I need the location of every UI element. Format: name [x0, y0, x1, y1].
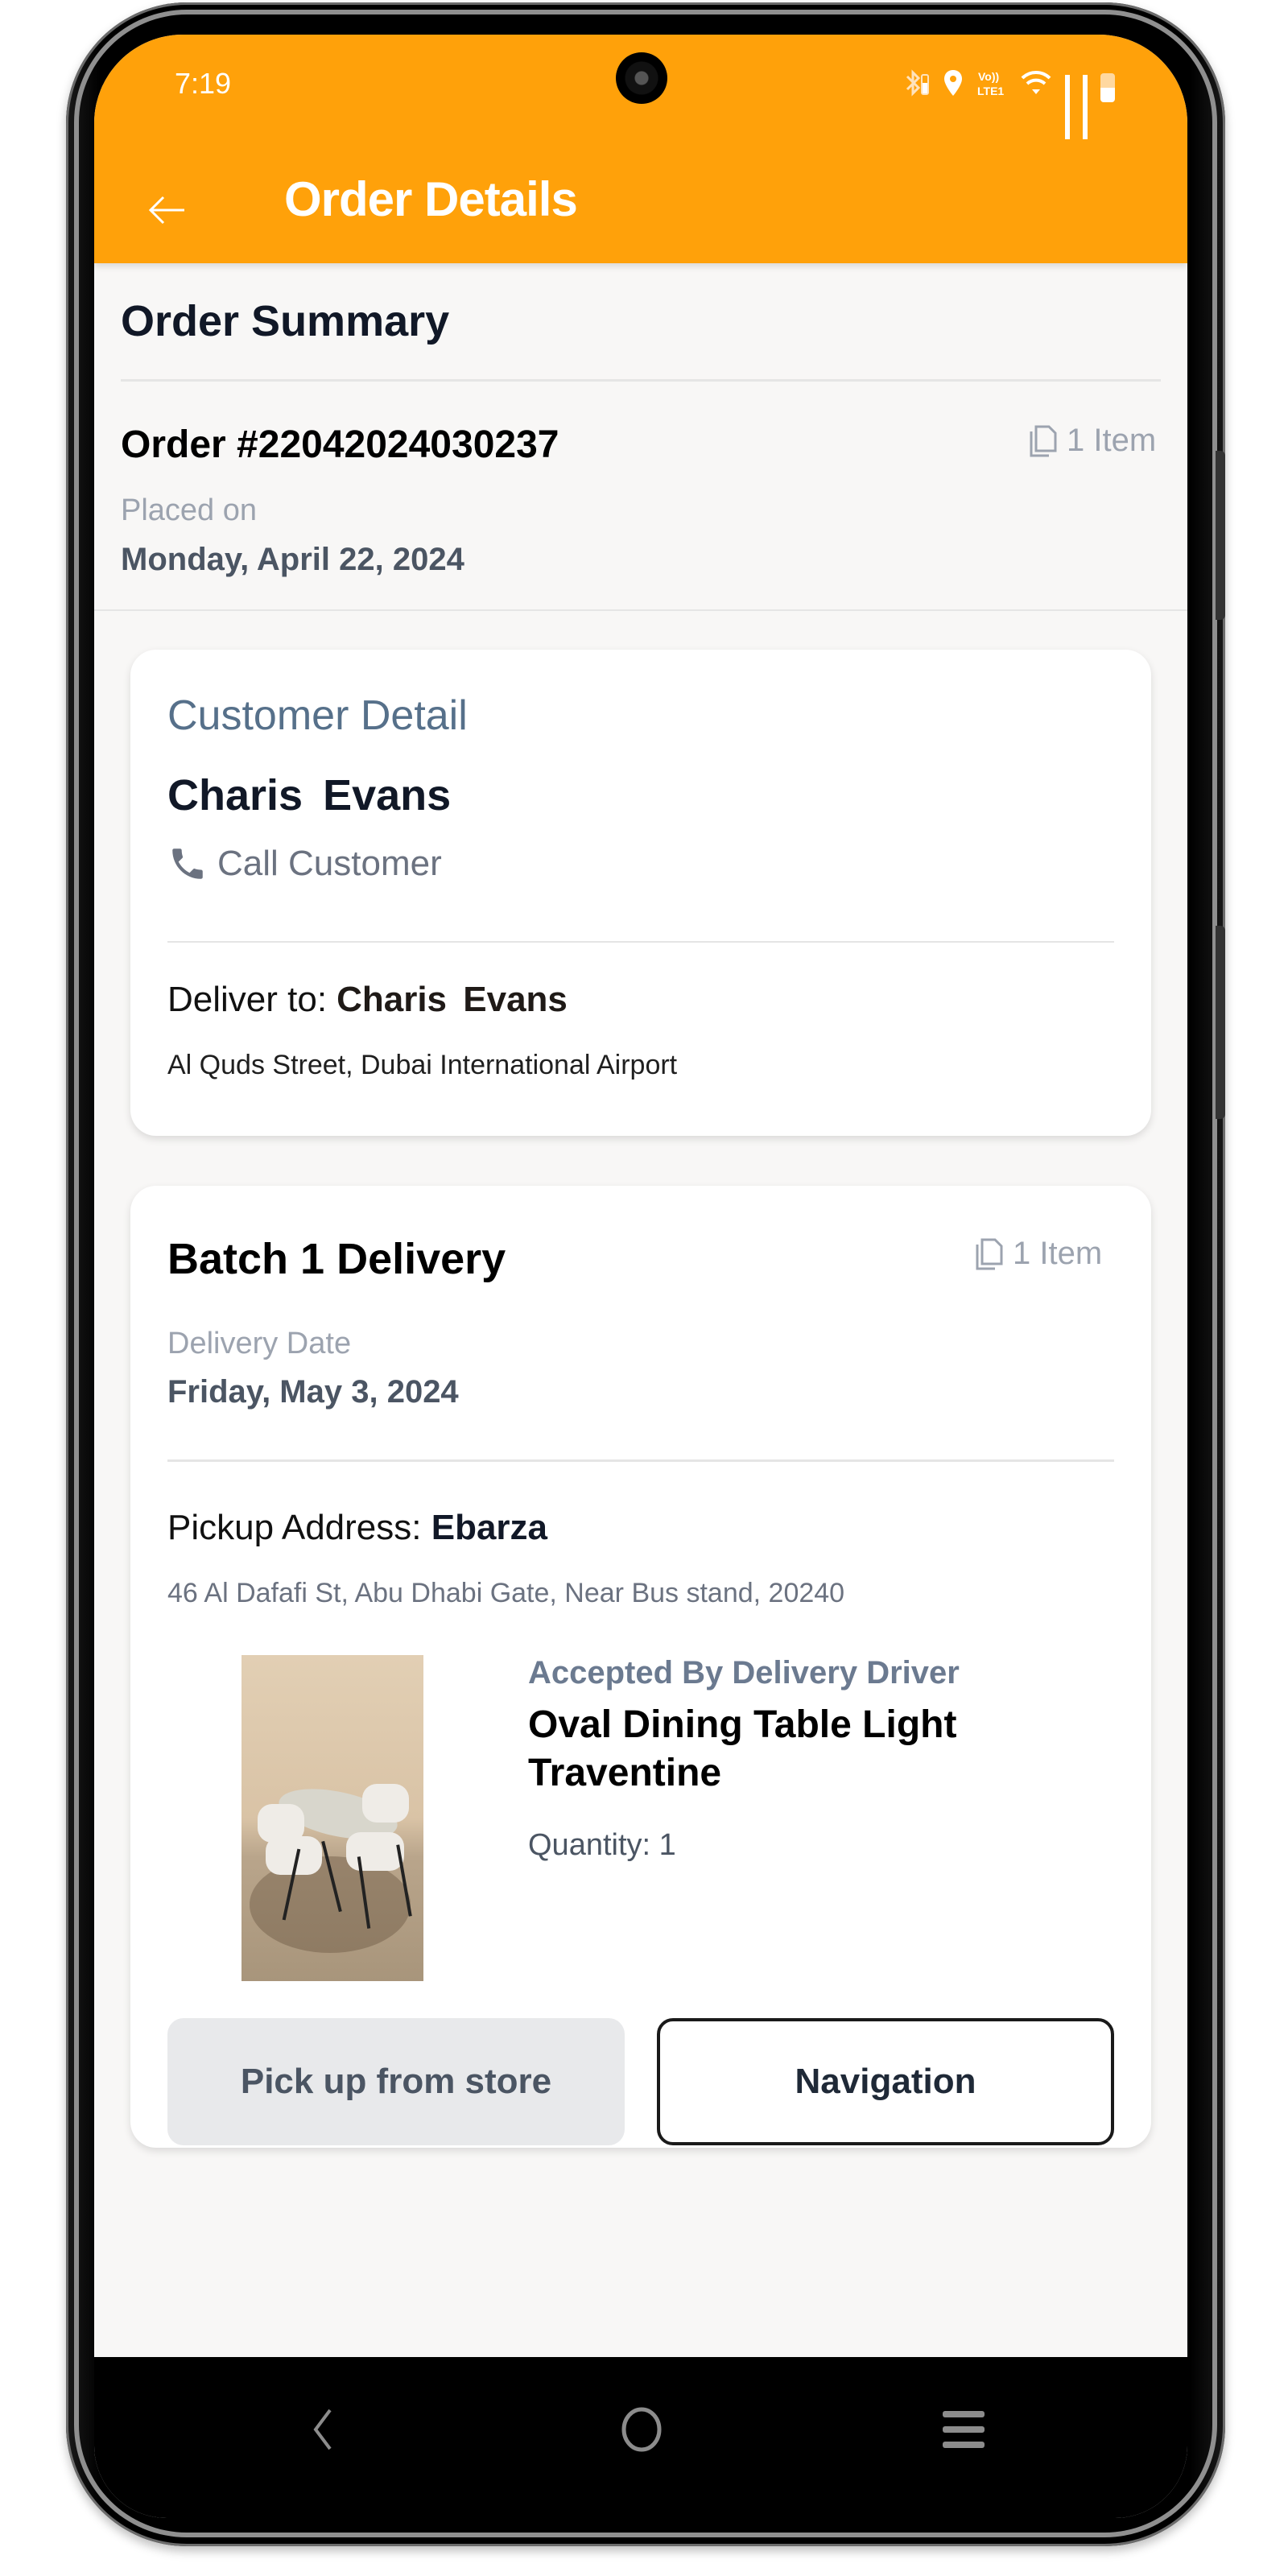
order-items-count: 1 Item — [1067, 423, 1157, 458]
back-icon — [313, 2409, 332, 2450]
deliver-to-name: Charis Evans — [336, 980, 568, 1019]
pickup-address-label: Pickup Address: — [167, 1508, 422, 1547]
order-items-badge: 1 Item — [1028, 423, 1156, 459]
product-name: Oval Dining Table Light Traventine — [528, 1703, 957, 1794]
order-summary-heading: Order Summary — [121, 297, 450, 345]
order-number: Order #22042024030237 — [121, 423, 559, 466]
divider — [167, 941, 1114, 943]
signal-icon — [1065, 74, 1070, 139]
batch-items-count: 1 Item — [1013, 1236, 1103, 1271]
batch-title: Batch 1 Delivery — [167, 1235, 506, 1283]
arrow-left-icon — [148, 196, 184, 225]
product-image — [242, 1655, 423, 1981]
svg-text:LTE1: LTE1 — [977, 85, 1004, 97]
battery-icon — [1100, 72, 1115, 102]
batch-delivery-card: Batch 1 Delivery 1 Item Delivery Date Fr… — [130, 1186, 1151, 2148]
deliver-to-label: Deliver to: — [167, 980, 328, 1019]
customer-name: Charis Evans — [167, 771, 452, 819]
volte-icon: Vo)) LTE1 — [976, 68, 1007, 106]
divider — [167, 1459, 1114, 1462]
placed-on-label: Placed on — [121, 493, 258, 527]
customer-detail-card: Customer Detail Charis Evans Call Custom… — [130, 650, 1151, 1136]
system-home-button[interactable] — [609, 2397, 674, 2462]
back-button[interactable] — [142, 186, 191, 234]
power-button — [1216, 926, 1225, 1119]
front-camera — [616, 52, 667, 104]
customer-detail-heading: Customer Detail — [167, 692, 468, 739]
signal-icon — [1083, 74, 1088, 139]
home-icon — [621, 2407, 662, 2452]
pick-up-from-store-button[interactable]: Pick up from store — [167, 2018, 625, 2145]
bluetooth-icon — [902, 67, 930, 108]
system-nav-bar — [94, 2357, 1187, 2518]
batch-items-badge: 1 Item — [974, 1236, 1102, 1272]
product-quantity: Quantity: 1 — [528, 1828, 676, 1862]
divider — [121, 379, 1161, 382]
pickup-address-row: Pickup Address: Ebarza — [167, 1508, 547, 1548]
pickup-store-name: Ebarza — [431, 1508, 548, 1547]
pickup-address: 46 Al Dafafi St, Abu Dhabi Gate, Near Bu… — [167, 1578, 845, 1608]
delivery-status: Accepted By Delivery Driver — [528, 1655, 960, 1690]
delivery-address: Al Quds Street, Dubai International Airp… — [167, 1050, 678, 1080]
delivery-date-label: Delivery Date — [167, 1327, 352, 1360]
wifi-icon — [1020, 68, 1052, 106]
delivery-date: Friday, May 3, 2024 — [167, 1374, 459, 1410]
call-customer-label: Call Customer — [217, 844, 442, 883]
svg-text:Vo)): Vo)) — [978, 70, 999, 83]
deliver-to-row: Deliver to: Charis Evans — [167, 980, 568, 1020]
app-bar: 7:19 Vo)) LTE1 Order Details — [94, 35, 1187, 263]
recents-icon — [943, 2411, 985, 2448]
page-title: Order Details — [284, 172, 578, 226]
copy-icon — [1030, 425, 1057, 456]
screen: 7:19 Vo)) LTE1 Order Details Order Summar… — [94, 35, 1187, 2518]
system-recents-button[interactable] — [931, 2397, 996, 2462]
call-customer-button[interactable]: Call Customer — [167, 843, 442, 885]
location-icon — [943, 68, 964, 106]
section-divider — [94, 609, 1187, 611]
volume-button — [1216, 451, 1225, 620]
status-time: 7:19 — [175, 67, 232, 100]
status-icons: Vo)) LTE1 — [902, 67, 1115, 139]
system-back-button[interactable] — [290, 2397, 354, 2462]
copy-icon — [976, 1238, 1003, 1269]
placed-on-date: Monday, April 22, 2024 — [121, 542, 464, 577]
phone-icon — [172, 848, 203, 879]
navigation-button[interactable]: Navigation — [657, 2018, 1114, 2145]
